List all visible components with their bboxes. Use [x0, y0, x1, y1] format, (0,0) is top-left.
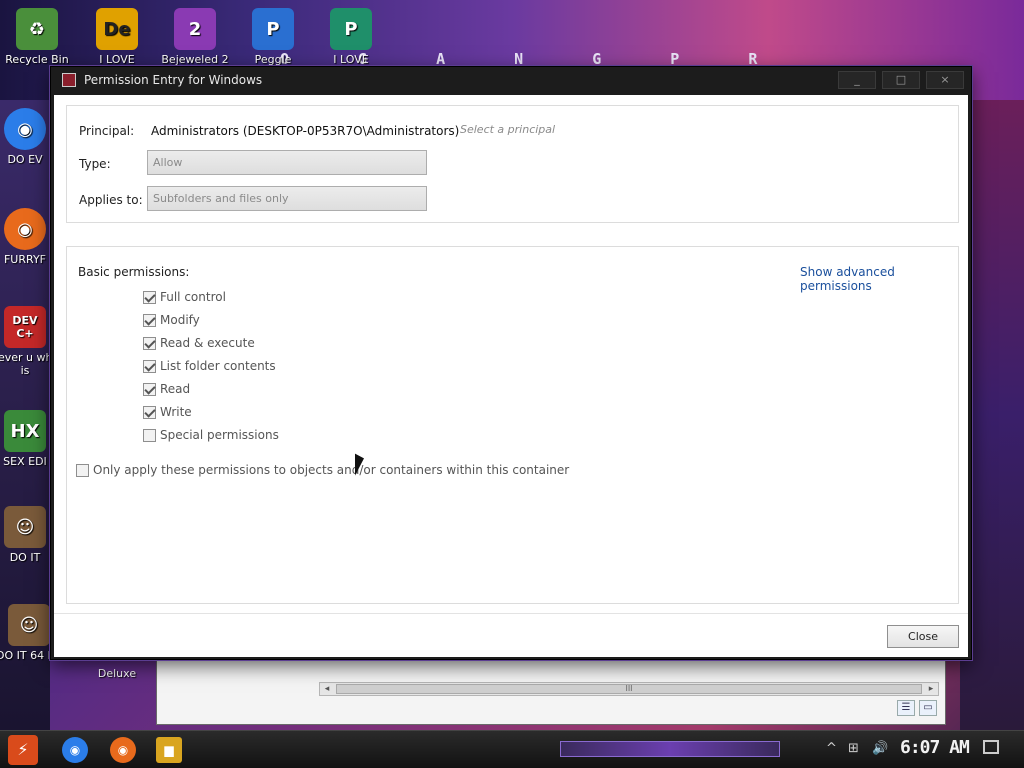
volume-icon[interactable]: 🔊 [872, 741, 888, 756]
desktop-icon-recycle-bin[interactable]: ♻ Recycle Bin [2, 8, 72, 66]
horizontal-scrollbar[interactable]: ◂ III ▸ [319, 682, 939, 696]
close-window-button[interactable]: × [926, 71, 964, 89]
file-explorer-icon[interactable]: ▆ [156, 737, 182, 763]
chrome-icon: ◉ [4, 108, 46, 150]
footer-divider [54, 613, 968, 614]
background-explorer-window: ◂ III ▸ ☰ ▭ [156, 655, 946, 725]
preview-pane-icon[interactable]: ▭ [919, 700, 937, 716]
network-icon[interactable]: ⊞ [848, 741, 859, 756]
desktop-icon-i-love[interactable]: De I LOVE [82, 8, 152, 66]
permission-read-execute[interactable]: Read & execute [143, 335, 255, 351]
show-hidden-icons-icon[interactable]: ^ [826, 741, 837, 756]
desktop-icon-label: Recycle Bin [5, 53, 69, 66]
details-view-icon[interactable]: ☰ [897, 700, 915, 716]
dialog-title: Permission Entry for Windows [84, 73, 263, 87]
checkbox[interactable] [143, 428, 156, 442]
dialog-client-area: Principal: Administrators (DESKTOP-0P53R… [54, 95, 968, 657]
close-button[interactable]: Close [887, 625, 959, 648]
permission-modify[interactable]: Modify [143, 312, 200, 328]
desktop-icon-label: Deluxe [97, 667, 137, 680]
permission-special[interactable]: Special permissions [143, 427, 279, 443]
applies-to-label: Applies to: [79, 193, 143, 207]
select-principal-link[interactable]: Select a principal [460, 123, 555, 136]
checkbox[interactable] [143, 405, 156, 419]
checkbox[interactable] [143, 290, 156, 304]
permission-label: Read [160, 382, 191, 396]
portrait-icon: ☺ [4, 506, 46, 548]
firefox-icon[interactable]: ◉ [110, 737, 136, 763]
desktop-icon-publisher[interactable]: P I LOVE [316, 8, 386, 66]
app-icon: P [252, 8, 294, 50]
checkbox[interactable] [143, 313, 156, 327]
firefox-icon: ◉ [4, 208, 46, 250]
recycle-bin-icon: ♻ [16, 8, 58, 50]
desktop-icon-label: I LOVE [99, 53, 135, 66]
portrait-icon: ☺ [8, 604, 50, 646]
principal-value: Administrators (DESKTOP-0P53R7O\Administ… [151, 124, 460, 138]
permission-label: Full control [160, 290, 226, 304]
taskbar: ⚡ ◉ ◉ ▆ ^ ⊞ 🔊 6:07 AM [0, 730, 1024, 768]
checkbox[interactable] [143, 336, 156, 350]
permission-full-control[interactable]: Full control [143, 289, 226, 305]
title-bar[interactable]: Permission Entry for Windows _ □ × [51, 67, 971, 95]
desktop-icon-bejeweled[interactable]: 2 Bejeweled 2 [160, 8, 230, 66]
only-apply-label: Only apply these permissions to objects … [93, 463, 570, 477]
permission-label: Modify [160, 313, 200, 327]
maximize-button[interactable]: □ [882, 71, 920, 89]
checkbox[interactable] [143, 359, 156, 373]
principal-group: Principal: Administrators (DESKTOP-0P53R… [66, 105, 959, 223]
start-button[interactable]: ⚡ [8, 735, 38, 765]
permission-write[interactable]: Write [143, 404, 192, 420]
scroll-right-icon[interactable]: ▸ [924, 683, 938, 695]
app-icon: 2 [174, 8, 216, 50]
action-center-icon[interactable] [983, 740, 999, 754]
app-icon: De [96, 8, 138, 50]
taskbar-clock[interactable]: 6:07 AM [900, 737, 970, 758]
permission-label: Special permissions [160, 428, 279, 442]
desktop-icon-label: Bejeweled 2 [161, 53, 229, 66]
permission-read[interactable]: Read [143, 381, 190, 397]
checkbox[interactable] [76, 463, 89, 477]
permission-label: List folder contents [160, 359, 276, 373]
principal-label: Principal: [79, 124, 135, 138]
permissions-group: Basic permissions: Show advanced permiss… [66, 246, 959, 604]
permission-entry-dialog: Permission Entry for Windows _ □ × Princ… [50, 66, 972, 660]
type-dropdown[interactable]: Allow [147, 150, 427, 175]
security-icon [62, 73, 76, 87]
devcpp-icon: DEV C+ [4, 306, 46, 348]
chrome-icon[interactable]: ◉ [62, 737, 88, 763]
only-apply-to-container-option[interactable]: Only apply these permissions to objects … [76, 462, 569, 478]
scroll-thumb[interactable]: III [336, 684, 922, 694]
checkbox[interactable] [143, 382, 156, 396]
minimize-button[interactable]: _ [838, 71, 876, 89]
desktop-icon-label: I LOVE [333, 53, 369, 66]
permission-label: Write [160, 405, 192, 419]
show-advanced-permissions-link[interactable]: Show advanced permissions [800, 265, 958, 293]
type-label: Type: [79, 157, 111, 171]
applies-to-dropdown[interactable]: Subfolders and files only [147, 186, 427, 211]
basic-permissions-label: Basic permissions: [78, 265, 190, 279]
app-icon: P [330, 8, 372, 50]
scroll-left-icon[interactable]: ◂ [320, 683, 334, 695]
taskbar-decoration [560, 741, 780, 757]
permission-list-folder-contents[interactable]: List folder contents [143, 358, 276, 374]
hex-editor-icon: HX [4, 410, 46, 452]
mouse-cursor-icon [355, 450, 364, 476]
permission-label: Read & execute [160, 336, 255, 350]
